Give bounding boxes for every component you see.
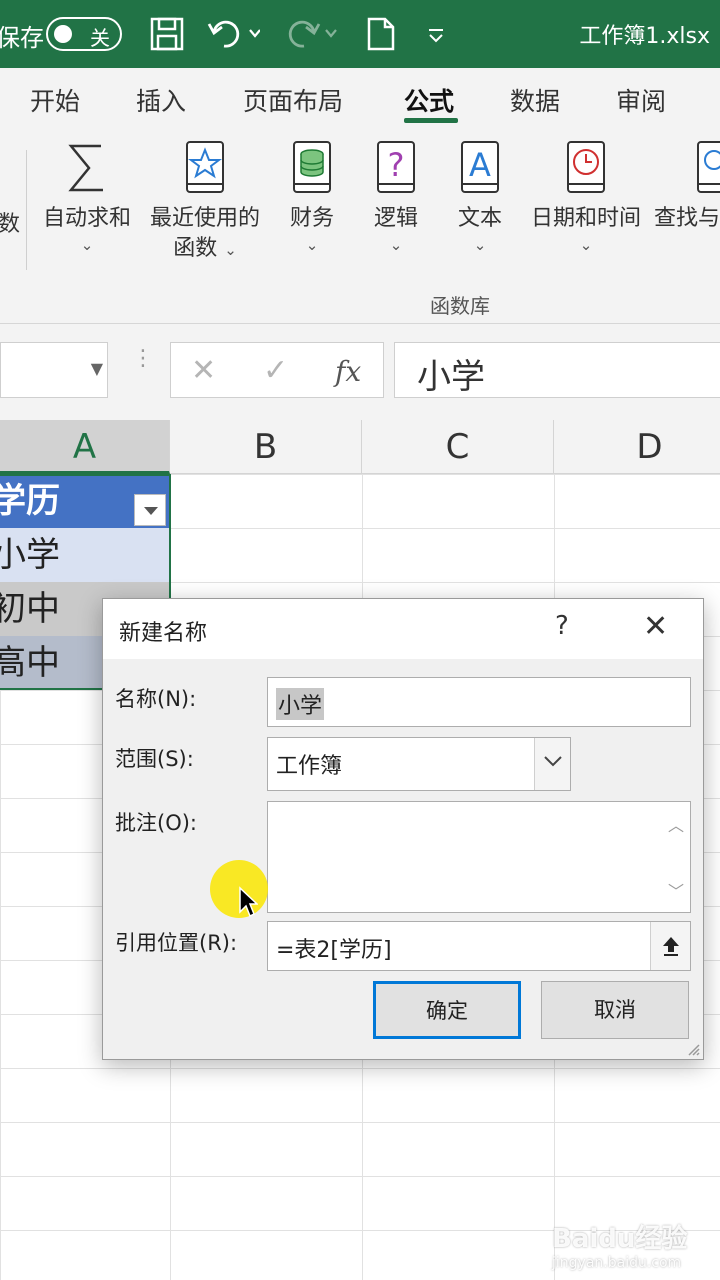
logical-label: 逻辑 [373, 206, 418, 231]
lookup-label: 查找与 [654, 206, 720, 231]
text-book-icon: A [456, 138, 504, 198]
redo-icon[interactable] [284, 16, 338, 52]
resize-grip-icon[interactable] [685, 1041, 701, 1057]
comment-textarea[interactable]: ︿ ﹀ [267, 801, 691, 913]
tab-formulas[interactable]: 公式 [404, 82, 454, 118]
chevron-down-icon: ⌄ [579, 236, 593, 254]
date-time-label: 日期和时间 [530, 206, 641, 231]
cancel-button[interactable]: 取消 [541, 981, 689, 1039]
chevron-down-icon: ⌄ [389, 236, 403, 254]
customize-qat-icon[interactable] [424, 16, 448, 52]
financial-button[interactable]: 财务 ⌄ [282, 138, 342, 256]
column-header-d[interactable]: D [554, 420, 720, 474]
splitter-handle[interactable]: ⋮ [132, 348, 154, 370]
enter-icon[interactable]: ✓ [263, 353, 288, 388]
logical-button[interactable]: ? 逻辑 ⌄ [366, 138, 426, 256]
help-button[interactable]: ? [555, 611, 569, 641]
tab-page-layout[interactable]: 页面布局 [243, 82, 343, 118]
save-icon[interactable] [148, 16, 186, 52]
group-label-function-library: 函数库 [430, 294, 490, 318]
autosum-label: 自动求和 [42, 206, 131, 231]
lookup-button[interactable]: 查找与 [654, 138, 720, 234]
chevron-down-icon[interactable]: ▼ [91, 359, 103, 378]
recently-used-label: 最近使用的 [149, 206, 260, 231]
document-title: 工作簿1.xlsx [579, 24, 710, 49]
search-book-icon [692, 138, 720, 198]
name-input[interactable]: 小学 [267, 677, 691, 727]
coins-book-icon [288, 138, 336, 198]
toggle-knob [54, 25, 72, 43]
autosave-state: 关 [90, 26, 110, 50]
watermark-brand: Baidu经验 [552, 1224, 688, 1254]
text-label: 文本 [457, 206, 502, 231]
tab-insert[interactable]: 插入 [136, 82, 186, 118]
undo-icon[interactable] [206, 16, 261, 52]
chevron-down-icon: ⌄ [305, 236, 319, 254]
ribbon-tabs: 开始 插入 页面布局 公式 数据 审阅 [0, 68, 720, 128]
autosave-toggle[interactable]: 关 [46, 17, 122, 51]
chevron-down-icon: ⌄ [473, 236, 487, 254]
mouse-pointer-icon [239, 886, 258, 918]
tab-review[interactable]: 审阅 [616, 82, 666, 118]
formula-buttons: ✕ ✓ fx [170, 342, 384, 398]
ok-button[interactable]: 确定 [373, 981, 521, 1039]
dialog-title-bar[interactable]: 新建名称 ? ✕ [103, 599, 703, 659]
financial-label: 财务 [289, 206, 334, 231]
scroll-down-icon[interactable]: ﹀ [668, 878, 684, 902]
star-book-icon [181, 138, 229, 198]
svg-text:?: ? [388, 146, 405, 184]
column-header-c[interactable]: C [362, 420, 554, 474]
ribbon-partial-label: 数 [0, 212, 21, 237]
watermark-site: jingyan.baidu.com [552, 1255, 682, 1271]
chevron-down-icon[interactable] [534, 738, 570, 790]
collapse-dialog-icon[interactable] [650, 922, 690, 970]
chevron-down-icon: ⌄ [80, 236, 94, 254]
scope-label: 范围(S): [115, 747, 194, 771]
name-input-value: 小学 [276, 688, 325, 720]
tab-data[interactable]: 数据 [510, 82, 560, 118]
scope-select[interactable]: 工作簿 [267, 737, 571, 791]
ribbon-group-separator [26, 150, 27, 270]
comment-label: 批注(O): [115, 811, 197, 835]
svg-text:A: A [469, 146, 491, 184]
clock-book-icon [562, 138, 610, 198]
name-label: 名称(N): [115, 687, 197, 711]
date-time-button[interactable]: 日期和时间 ⌄ [526, 138, 646, 256]
tab-home[interactable]: 开始 [30, 82, 80, 118]
question-book-icon: ? [372, 138, 420, 198]
recently-used-label-2: 函数 ⌄ [173, 236, 237, 261]
formula-input[interactable]: 小学 [394, 342, 720, 398]
autosum-button[interactable]: 自动求和 ⌄ [38, 138, 136, 256]
refers-to-input[interactable]: =表2[学历] [267, 921, 691, 971]
formula-content: 小学 [417, 357, 485, 397]
title-bar: 保存 关 工作簿1.xlsx [0, 0, 720, 68]
refers-to-value: =表2[学历] [276, 938, 392, 963]
active-tab-indicator [404, 118, 458, 123]
column-header-a[interactable]: A [0, 420, 170, 474]
name-box[interactable]: ▼ [0, 342, 108, 398]
new-file-icon[interactable] [362, 16, 400, 52]
new-name-dialog: 新建名称 ? ✕ 名称(N): 小学 范围(S): 工作簿 批注(O): ︿ ﹀… [102, 598, 704, 1060]
insert-function-icon[interactable]: fx [335, 355, 361, 388]
recently-used-button[interactable]: 最近使用的 函数 ⌄ [144, 138, 266, 265]
watermark: Baidu经验 jingyan.baidu.com [552, 1218, 712, 1271]
cancel-icon[interactable]: ✕ [191, 353, 216, 388]
close-icon[interactable]: ✕ [643, 609, 668, 644]
filter-dropdown-icon[interactable] [134, 494, 166, 526]
scope-select-value: 工作簿 [276, 754, 343, 779]
formula-bar: ▼ ⋮ ✕ ✓ fx 小学 [0, 324, 720, 420]
ribbon-body: 数 自动求和 ⌄ 最近使用的 函数 ⌄ 财务 ⌄ ? 逻辑 ⌄ A 文本 ⌄ 日… [0, 128, 720, 324]
text-button[interactable]: A 文本 ⌄ [450, 138, 510, 256]
refers-to-label: 引用位置(R): [115, 931, 238, 955]
autosave-label: 保存 [0, 24, 44, 52]
sigma-icon [63, 138, 111, 198]
column-header-b[interactable]: B [170, 420, 362, 474]
dialog-title: 新建名称 [119, 621, 208, 646]
scroll-up-icon[interactable]: ︿ [668, 812, 684, 836]
table-row[interactable]: 小学 [0, 528, 170, 582]
